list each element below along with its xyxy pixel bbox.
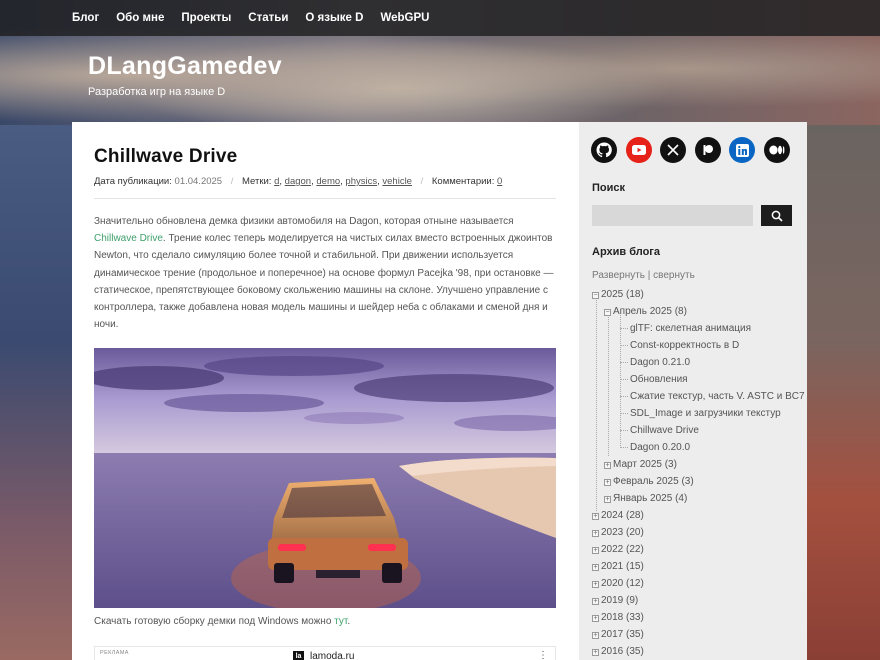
- nav-about-d[interactable]: О языке D: [305, 12, 363, 24]
- archive-month-april[interactable]: − Апрель 2025 (8): [604, 303, 687, 320]
- social-links: [591, 137, 798, 163]
- archive-year[interactable]: +2021 (15): [592, 558, 644, 575]
- chillwave-link[interactable]: Chillwave Drive: [94, 233, 163, 244]
- linkedin-icon[interactable]: [729, 137, 755, 163]
- archive-year[interactable]: +2022 (22): [592, 541, 644, 558]
- tag-link[interactable]: d: [274, 176, 279, 187]
- download-text: Скачать готовую сборку демки под Windows…: [94, 616, 351, 627]
- tag-link[interactable]: physics: [345, 176, 377, 187]
- post-title[interactable]: Chillwave Drive: [94, 146, 237, 168]
- expand-icon: +: [592, 581, 599, 588]
- tag-link[interactable]: vehicle: [382, 176, 412, 187]
- expand-icon: +: [604, 462, 611, 469]
- tags-label: Метки:: [242, 176, 272, 187]
- archive-post[interactable]: glTF: скелетная анимация: [630, 320, 751, 337]
- comments-count[interactable]: 0: [497, 176, 502, 187]
- expand-icon: +: [592, 564, 599, 571]
- x-icon[interactable]: [660, 137, 686, 163]
- archive-year[interactable]: +2017 (35): [592, 626, 644, 643]
- expand-icon: +: [592, 513, 599, 520]
- archive-post[interactable]: Обновления: [630, 371, 688, 388]
- download-link[interactable]: тут: [334, 616, 347, 627]
- more-options-icon[interactable]: ⋮: [538, 650, 548, 660]
- tag-link[interactable]: dagon: [285, 176, 311, 187]
- youtube-icon[interactable]: [625, 137, 652, 163]
- archive-heading: Архив блога: [592, 246, 660, 258]
- divider: [94, 198, 556, 199]
- ad-label: РЕКЛАМА: [100, 650, 129, 656]
- search-button[interactable]: [761, 205, 792, 226]
- github-icon[interactable]: [591, 137, 617, 163]
- nav-webgpu[interactable]: WebGPU: [380, 12, 429, 24]
- expand-icon: +: [604, 496, 611, 503]
- expand-icon: +: [592, 598, 599, 605]
- expand-icon: +: [604, 479, 611, 486]
- expand-icon: +: [592, 615, 599, 622]
- ad-site-name: lamoda.ru: [310, 651, 355, 660]
- patreon-icon[interactable]: [694, 137, 721, 163]
- archive-year[interactable]: +2019 (9): [592, 592, 638, 609]
- post-body: Значительно обновлена демка физики автом…: [94, 216, 554, 331]
- archive-month[interactable]: + Февраль 2025 (3): [604, 473, 694, 490]
- search-input[interactable]: [592, 205, 753, 226]
- archive-month[interactable]: + Январь 2025 (4): [604, 490, 687, 507]
- archive-year[interactable]: +2016 (35): [592, 643, 644, 660]
- lamoda-logo-icon: la: [293, 651, 304, 660]
- collapse-icon: −: [592, 292, 599, 299]
- archive-post[interactable]: SDL_Image и загрузчики текстур: [630, 405, 781, 422]
- archive-post[interactable]: Chillwave Drive: [630, 422, 699, 439]
- archive-year[interactable]: +2024 (28): [592, 507, 644, 524]
- archive-year[interactable]: +2023 (20): [592, 524, 644, 541]
- site-title[interactable]: DLangGamedev: [88, 52, 282, 81]
- archive-year[interactable]: +2020 (12): [592, 575, 644, 592]
- post-date: 01.04.2025: [174, 176, 223, 187]
- search-icon: [771, 210, 783, 222]
- post-meta: Дата публикации: 01.04.2025 / Метки: d, …: [94, 176, 503, 187]
- top-navigation: Блог Обо мне Проекты Статьи О языке D We…: [0, 0, 880, 36]
- expand-icon: +: [592, 632, 599, 639]
- medium-icon[interactable]: [763, 137, 790, 163]
- page-background-left: [0, 125, 72, 660]
- nav-projects[interactable]: Проекты: [181, 12, 231, 24]
- comments-label: Комментарии:: [431, 176, 495, 187]
- expand-icon: +: [592, 649, 599, 656]
- archive-year-2025[interactable]: −2025 (18): [592, 286, 644, 303]
- page-background-right: [806, 125, 880, 660]
- post-screenshot-image: [94, 348, 556, 608]
- expand-icon: +: [592, 547, 599, 554]
- nav-articles[interactable]: Статьи: [248, 12, 288, 24]
- collapse-icon: −: [604, 309, 611, 316]
- archive-post[interactable]: Const-корректность в D: [630, 337, 739, 354]
- ad-banner[interactable]: РЕКЛАМА la lamoda.ru ⋮: [94, 646, 556, 660]
- archive-year[interactable]: +2018 (33): [592, 609, 644, 626]
- archive-month[interactable]: + Март 2025 (3): [604, 456, 677, 473]
- date-label: Дата публикации:: [94, 176, 172, 187]
- archive-post[interactable]: Сжатие текстур, часть V. ASTC и BC7: [630, 388, 805, 405]
- archive-post[interactable]: Dagon 0.21.0: [630, 354, 690, 371]
- tag-link[interactable]: demo: [316, 176, 340, 187]
- expand-icon: +: [592, 530, 599, 537]
- ad-site[interactable]: la lamoda.ru: [293, 651, 354, 660]
- search-heading: Поиск: [592, 182, 626, 194]
- main-content: Chillwave Drive Дата публикации: 01.04.2…: [72, 122, 579, 660]
- archive-post[interactable]: Dagon 0.20.0: [630, 439, 690, 456]
- archive-controls[interactable]: Развернуть | свернуть: [592, 270, 695, 281]
- site-description: Разработка игр на языке D: [88, 86, 226, 98]
- nav-blog[interactable]: Блог: [72, 12, 99, 24]
- nav-about[interactable]: Обо мне: [116, 12, 164, 24]
- sidebar: Поиск Архив блога Развернуть | свернуть …: [579, 122, 807, 660]
